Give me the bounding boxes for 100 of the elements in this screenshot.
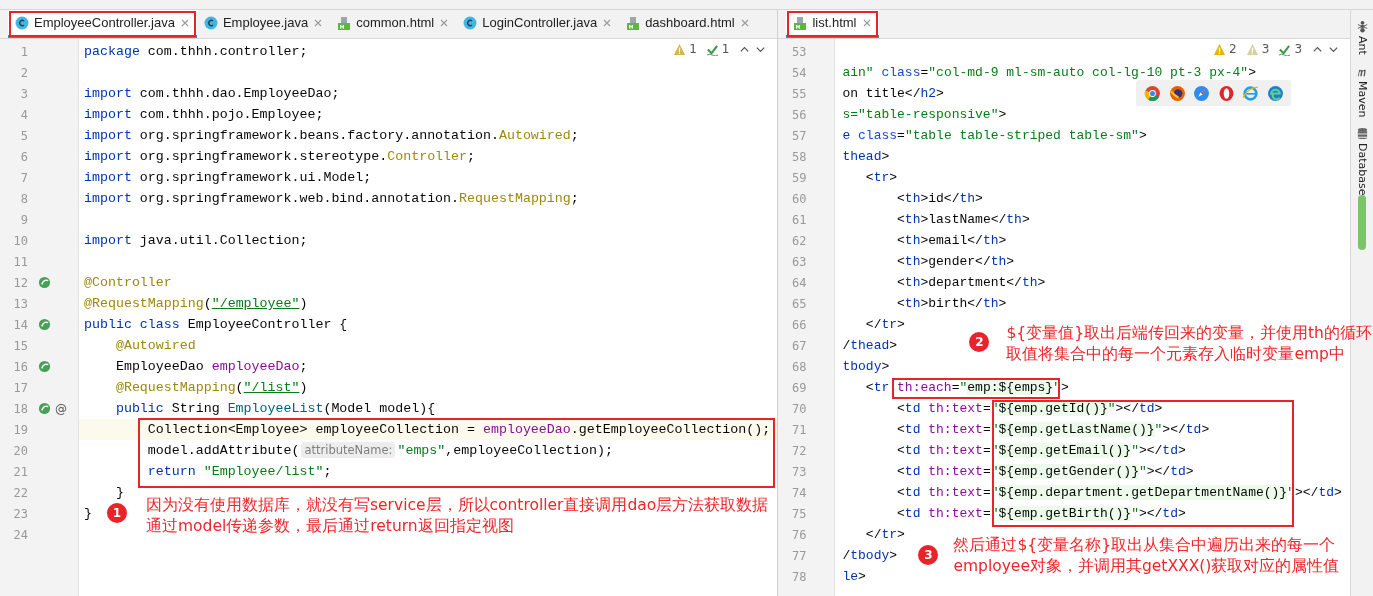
line-number: 15 — [12, 338, 28, 353]
line-number: 12 — [12, 275, 28, 290]
code-line: import com.thhh.pojo.Employee; — [84, 106, 324, 124]
line-number: 21 — [12, 464, 28, 479]
line-number: 3 — [19, 86, 28, 101]
code-line: import org.springframework.web.bind.annotation.RequestMapping; — [84, 190, 579, 208]
line-number: 10 — [12, 233, 28, 248]
line-number: 6 — [19, 149, 28, 164]
code-line: e class="table table-striped table-sm"> — [842, 127, 1147, 145]
line-number: 78 — [791, 569, 807, 584]
code-line: } — [84, 505, 92, 523]
tool-window-button[interactable]: Ant — [1355, 20, 1369, 55]
line-number: 18 — [12, 401, 28, 416]
class-file-icon — [203, 15, 218, 30]
code-line: @RequestMapping("/list") — [114, 379, 308, 397]
close-icon[interactable] — [602, 17, 613, 28]
line-number: 68 — [791, 359, 807, 374]
editor-tab[interactable]: dashboard.html — [619, 10, 757, 38]
chrome-icon[interactable] — [1144, 84, 1162, 102]
line-number: 13 — [12, 296, 28, 311]
tool-window-button[interactable]: Maven — [1355, 64, 1369, 118]
line-number: 64 — [791, 275, 807, 290]
code-line: @Controller — [84, 274, 172, 292]
html-file-icon — [793, 15, 808, 30]
close-icon[interactable] — [439, 17, 450, 28]
line-number: 70 — [791, 401, 807, 416]
inspection-count: 1 — [689, 42, 697, 56]
line-number: 62 — [791, 233, 807, 248]
line-number: 72 — [791, 443, 807, 458]
bean-icon[interactable] — [38, 318, 51, 331]
code-line: @Autowired — [114, 337, 196, 355]
bean-icon[interactable] — [38, 402, 51, 415]
line-number: 53 — [791, 44, 807, 59]
editor-tab[interactable]: EmployeeController.java — [8, 10, 197, 38]
step-badge: 1 — [107, 503, 127, 523]
code-line: <th>gender</th> — [896, 253, 1015, 271]
editor-tab[interactable]: list.html — [786, 10, 879, 38]
class-file-icon — [463, 15, 478, 30]
code-line: <tr> — [864, 169, 898, 187]
code-line: EmployeeDao employeeDao; — [114, 358, 308, 376]
bean-icon[interactable] — [38, 276, 51, 289]
line-number: 4 — [19, 107, 28, 122]
step-badge: 3 — [918, 545, 939, 565]
code-line: <th>lastName</th> — [896, 211, 1030, 229]
code-line: s="table-responsive"> — [842, 106, 1007, 124]
close-icon[interactable] — [179, 17, 190, 28]
line-number: 16 — [12, 359, 28, 374]
compass-icon[interactable] — [1193, 84, 1211, 102]
close-icon[interactable] — [861, 17, 872, 28]
opera-icon[interactable] — [1217, 84, 1235, 102]
firefox-icon[interactable] — [1168, 84, 1186, 102]
line-number: 20 — [12, 443, 28, 458]
line-number: 67 — [791, 338, 807, 353]
line-number: 17 — [12, 380, 28, 395]
code-line: import org.springframework.stereotype.Controller; — [84, 148, 475, 166]
line-number: 59 — [791, 170, 807, 185]
step-badge: 2 — [969, 332, 990, 352]
line-number: 65 — [791, 296, 807, 311]
inspection-count: 3 — [1294, 42, 1302, 56]
html-file-icon — [337, 15, 352, 30]
edge-icon[interactable] — [1266, 84, 1284, 102]
code-line: package com.thhh.controller; — [84, 43, 308, 61]
code-line: /tbody> — [842, 547, 898, 565]
line-number: 1 — [19, 44, 28, 59]
code-line: tbody> — [842, 358, 890, 376]
code-line: @RequestMapping("/employee") — [84, 295, 308, 313]
line-number: 55 — [791, 86, 807, 101]
close-icon[interactable] — [313, 17, 324, 28]
editor-tab[interactable]: LoginController.java — [456, 10, 620, 38]
code-line: <th>department</th> — [896, 274, 1046, 292]
line-number: 23 — [12, 506, 28, 521]
line-number: 66 — [791, 317, 807, 332]
code-line: } — [114, 484, 124, 502]
scrollbar-thumb[interactable] — [1358, 195, 1366, 250]
code-line: on title</h2> — [842, 85, 944, 103]
line-number: 73 — [791, 464, 807, 479]
html-file-icon — [626, 15, 641, 30]
annotation-text: 然后通过${变量名称}取出从集合中遍历出来的每一个 employee对象，并调用其getXXX()获取对应的属性值 — [953, 535, 1340, 577]
inspection-count: 3 — [1261, 42, 1270, 56]
code-line: import com.thhh.dao.EmployeeDao; — [84, 85, 340, 103]
line-number: 14 — [12, 317, 28, 332]
annotation-text: ${变量值}取出后端传回来的变量，并使用th的循环 取值将集合中的每一个元素存入临时变量emp中 — [1006, 323, 1372, 365]
code-line: import org.springframework.beans.factory.annotation.Autowired; — [84, 127, 579, 145]
editor-tab[interactable]: Employee.java — [196, 10, 331, 38]
inspection-count: 1 — [721, 42, 730, 56]
code-line: ain" class="col-md-9 ml-sm-auto col-lg-10 pt-3 px-4"> — [842, 64, 1256, 82]
line-number: 57 — [791, 128, 807, 143]
line-number: 58 — [791, 149, 807, 164]
editor-tab[interactable]: common.html — [330, 10, 457, 38]
line-number: 76 — [791, 527, 807, 542]
ie-icon[interactable] — [1242, 84, 1260, 102]
close-icon[interactable] — [739, 17, 750, 28]
check-icon — [1278, 42, 1292, 56]
inspection-count: 2 — [1229, 42, 1237, 56]
line-number: 22 — [12, 485, 28, 500]
tool-window-button[interactable]: Database — [1355, 127, 1369, 196]
gutter-symbol[interactable]: @ — [55, 401, 67, 416]
code-line: </tr> — [864, 316, 905, 334]
code-line: <th>id</th> — [896, 190, 983, 208]
bean-icon[interactable] — [38, 360, 51, 373]
